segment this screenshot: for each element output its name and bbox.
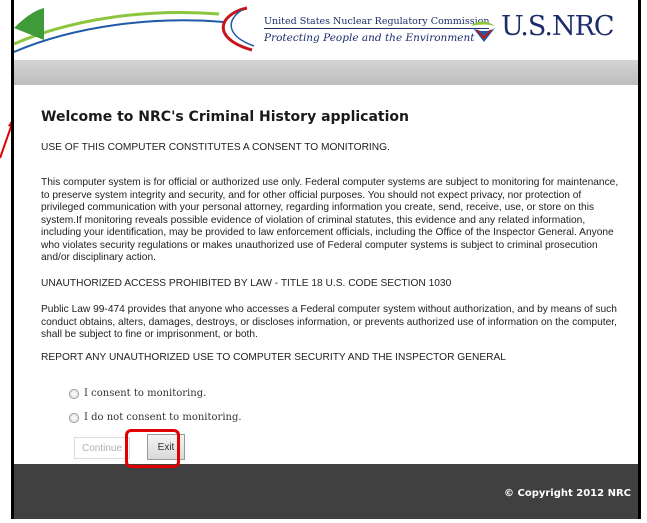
agency-tagline: Protecting People and the Environment (264, 32, 475, 44)
consent-radio-button[interactable] (69, 388, 79, 399)
consent-notice: USE OF THIS COMPUTER CONSTITUTES A CONSE… (41, 142, 390, 153)
page-title: Welcome to NRC's Criminal History applic… (41, 109, 409, 125)
copyright-text: © Copyright 2012 NRC (504, 488, 631, 499)
nrc-logo-text[interactable]: U.S.NRC (501, 11, 615, 42)
navigation-bar (14, 60, 638, 85)
no-consent-radio-button[interactable] (69, 412, 79, 423)
application-window: United States Nuclear Regulatory Commiss… (11, 0, 641, 519)
public-law-paragraph: Public Law 99-474 provides that anyone w… (41, 304, 617, 340)
exit-button-highlight (125, 429, 180, 468)
site-header: United States Nuclear Regulatory Commiss… (14, 0, 638, 61)
no-consent-radio-option[interactable]: I do not consent to monitoring. (69, 412, 242, 423)
report-notice: REPORT ANY UNAUTHORIZED USE TO COMPUTER … (41, 352, 506, 363)
consent-radio-option[interactable]: I consent to monitoring. (69, 388, 206, 399)
official-use-paragraph: This computer system is for official or … (41, 177, 619, 263)
consent-radio-label[interactable]: I consent to monitoring. (84, 388, 206, 399)
continue-button[interactable]: Continue (74, 437, 130, 459)
main-content: Welcome to NRC's Criminal History applic… (14, 85, 638, 464)
no-consent-radio-label[interactable]: I do not consent to monitoring. (84, 412, 242, 423)
agency-name: United States Nuclear Regulatory Commiss… (264, 16, 490, 29)
site-footer: © Copyright 2012 NRC (14, 464, 638, 519)
nrc-seal-icon (471, 21, 495, 42)
unauthorized-notice: UNAUTHORIZED ACCESS PROHIBITED BY LAW - … (41, 278, 452, 289)
